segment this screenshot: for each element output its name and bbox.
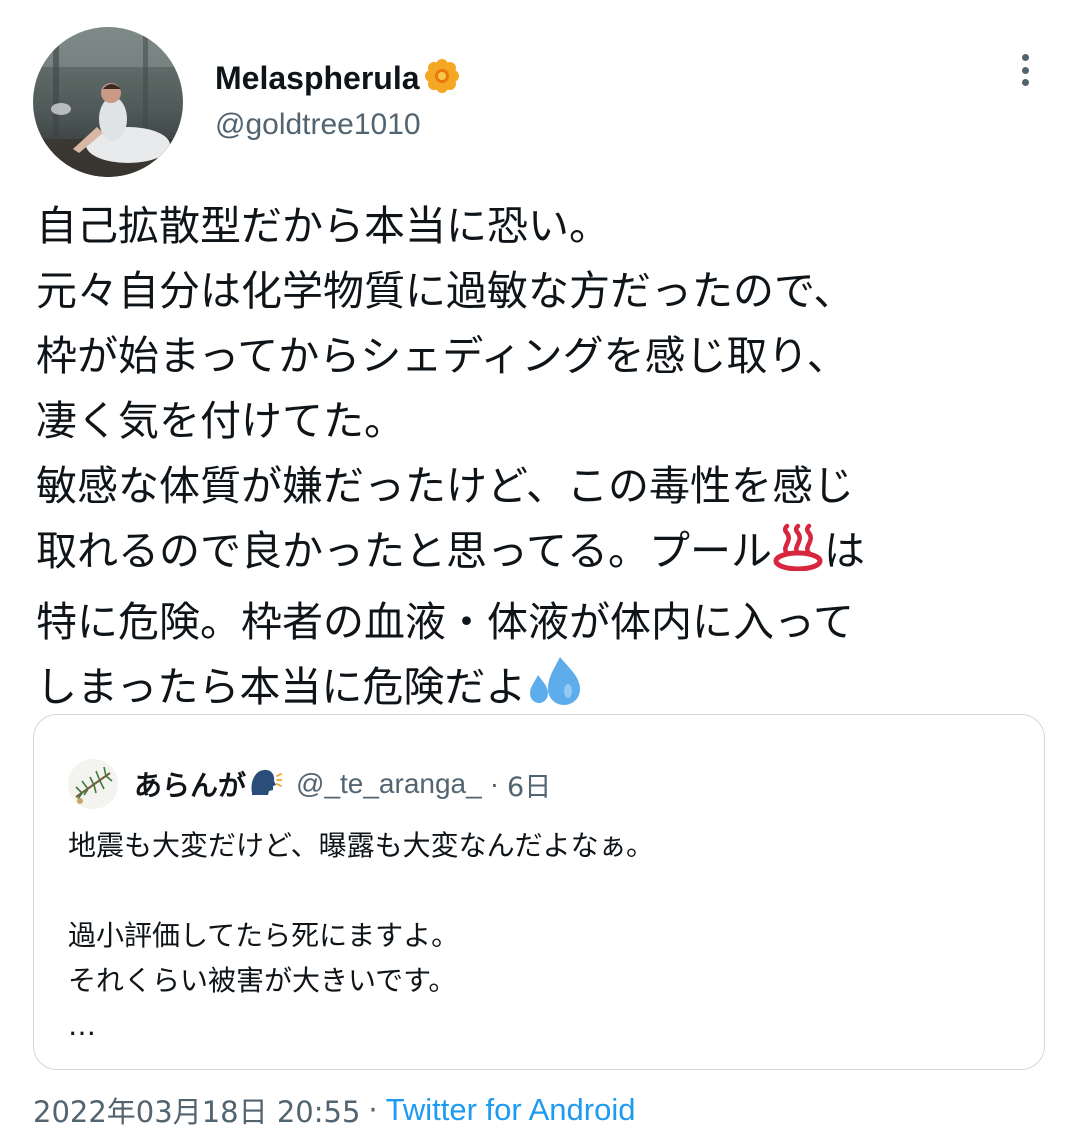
- quoted-tweet[interactable]: あらんが @_te_aranga_ · 6日 地震も大変だけど、曝露も大変なんだ…: [33, 714, 1045, 1070]
- tweet-line-segment: は: [823, 527, 865, 575]
- tweet-line: 元々自分は化学物質に過敏な方だったので、: [36, 267, 855, 315]
- quoted-line: …: [68, 1009, 96, 1042]
- author-name-row[interactable]: Melaspherula: [215, 56, 460, 100]
- tweet-footer: 2022年03月18日 20:55 · Twitter for Android: [33, 1090, 635, 1130]
- ballet-dancer-photo-icon: [33, 27, 183, 177]
- author-avatar[interactable]: [33, 27, 183, 177]
- quoted-line: 過小評価してたら死にますよ。: [68, 919, 460, 952]
- author-handle[interactable]: @goldtree1010: [215, 108, 421, 142]
- footer-separator: ·: [368, 1093, 378, 1127]
- tweet-timestamp[interactable]: 2022年03月18日 20:55: [33, 1089, 360, 1131]
- tweet-line-segment: しまったら本当に危険だよ: [36, 663, 527, 711]
- pine-branch-icon: [68, 759, 118, 809]
- hot-springs-icon: [772, 523, 824, 590]
- tweet-line: 枠が始まってからシェディングを感じ取り、: [36, 332, 848, 380]
- speaking-head-icon: [248, 767, 283, 801]
- quoted-line: それくらい被害が大きいです。: [68, 964, 457, 997]
- tweet-line: 凄く気を付けてた。: [36, 397, 405, 445]
- quoted-author-handle[interactable]: @_te_aranga_: [296, 768, 482, 800]
- tweet-text: 自己拡散型だから本当に恐い。 元々自分は化学物質に過敏な方だったので、 枠が始ま…: [36, 194, 1046, 726]
- quoted-tweet-header: あらんが @_te_aranga_ · 6日: [68, 759, 551, 809]
- orange-flower-icon: [424, 58, 460, 98]
- tweet-line: 特に危険。枠者の血液・体液が体内に入って: [36, 598, 854, 646]
- tweet-line-segment: 取れるので良かったと思ってる。プール: [36, 527, 772, 575]
- quoted-author-name[interactable]: あらんが: [134, 764, 246, 804]
- tweet-line: 敏感な体質が嫌だったけど、この毒性を感じ: [36, 462, 854, 510]
- more-dot-icon: [1021, 79, 1029, 86]
- quoted-separator: ·: [489, 768, 500, 799]
- tweet-line: 自己拡散型だから本当に恐い。: [36, 202, 610, 250]
- tweet-source-link[interactable]: Twitter for Android: [386, 1092, 636, 1128]
- quoted-line: 地震も大変だけど、曝露も大変なんだよなぁ。: [68, 829, 655, 862]
- quoted-tweet-text: 地震も大変だけど、曝露も大変なんだよなぁ。 過小評価してたら死にますよ。 それく…: [68, 823, 1008, 1048]
- quoted-author-avatar[interactable]: [68, 759, 118, 809]
- author-display-name[interactable]: Melaspherula: [215, 60, 420, 97]
- more-options-button[interactable]: [1008, 50, 1042, 90]
- quoted-line: [68, 868, 1008, 913]
- more-dot-icon: [1021, 54, 1029, 61]
- quoted-timestamp[interactable]: 6日: [507, 765, 551, 804]
- more-dot-icon: [1021, 66, 1029, 74]
- tweet-line-with-emoji: 取れるので良かったと思ってる。プール は: [36, 519, 1046, 590]
